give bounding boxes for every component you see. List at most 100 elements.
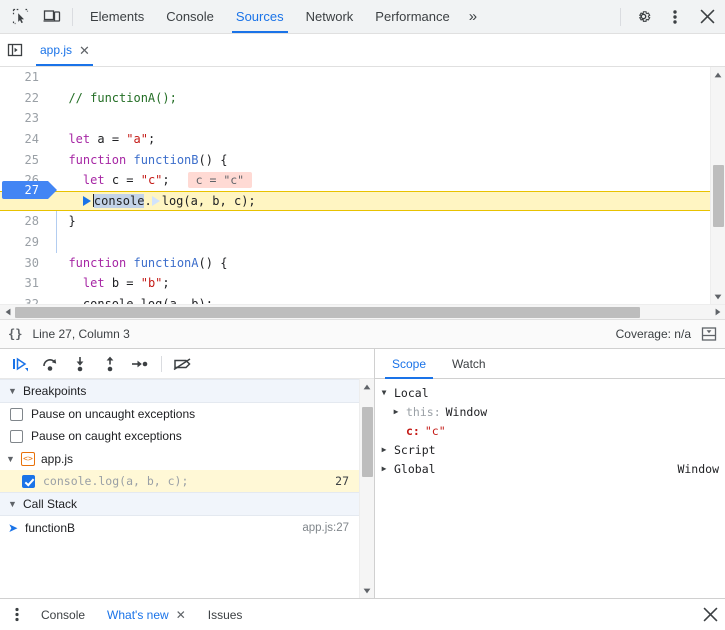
code-line[interactable]: 28 }	[0, 211, 710, 232]
code-line[interactable]: 25 function functionB() {	[0, 149, 710, 170]
call-stack-frame[interactable]: ➤ functionB app.js:27	[0, 516, 359, 540]
toolbar-divider-right	[620, 7, 621, 26]
line-content: }	[54, 214, 76, 229]
breakpoint-list-item[interactable]: console.log(a, b, c); 27	[0, 470, 359, 492]
pane-scroll-up-arrow-icon[interactable]	[360, 379, 375, 394]
line-number: 22	[24, 90, 39, 105]
code-line[interactable]: 32 console.log(a, b);	[0, 294, 710, 304]
debugger-toolbar-divider	[161, 355, 162, 372]
tab-watch[interactable]: Watch	[439, 349, 499, 378]
breakpoint-file-name: app.js	[41, 451, 74, 466]
close-drawer-icon[interactable]	[695, 599, 725, 630]
tab-console[interactable]: Console	[155, 0, 225, 33]
execution-breakpoint-marker[interactable]: 27	[2, 180, 57, 199]
tab-elements[interactable]: Elements	[79, 0, 155, 33]
inline-breakpoint-chevron-inactive[interactable]	[151, 195, 161, 207]
drawer-tab-close-icon[interactable]: ✕	[176, 608, 186, 622]
resume-script-button[interactable]	[6, 352, 34, 376]
editor-status-bar: {} Line 27, Column 3 Coverage: n/a	[0, 319, 725, 349]
kebab-menu-icon[interactable]	[661, 3, 689, 31]
chevron-right-icon: ▶	[381, 445, 387, 454]
inline-breakpoint-chevron-active[interactable]	[82, 195, 92, 207]
step-out-button[interactable]	[96, 352, 124, 376]
drawer-kebab-icon[interactable]	[4, 602, 30, 628]
tab-scope[interactable]: Scope	[379, 349, 439, 379]
pane-scroll-down-arrow-icon[interactable]	[360, 583, 375, 598]
drawer-tab-issues[interactable]: Issues	[197, 599, 254, 630]
debugger-area: ▼ Breakpoints Pause on uncaught exceptio…	[0, 349, 725, 598]
tab-console-label: Console	[166, 9, 214, 24]
scroll-down-arrow-icon[interactable]	[711, 289, 725, 304]
scroll-up-arrow-icon[interactable]	[711, 67, 725, 82]
scroll-right-arrow-icon[interactable]	[710, 305, 725, 320]
deactivate-breakpoints-button[interactable]	[169, 352, 197, 376]
editor-vertical-scrollbar[interactable]	[710, 67, 725, 304]
debugger-panes-content: ▼ Breakpoints Pause on uncaught exceptio…	[0, 379, 359, 598]
code-line[interactable]: 23	[0, 108, 710, 129]
scope-row-script[interactable]: ▶ Script	[375, 440, 725, 459]
drawer-tab-console[interactable]: Console	[30, 599, 96, 630]
gear-icon[interactable]	[629, 3, 657, 31]
scope-name: Script	[394, 442, 436, 457]
step-button[interactable]	[126, 352, 154, 376]
code-token: b =	[104, 276, 141, 291]
code-line[interactable]: 31 let b = "b";	[0, 273, 710, 294]
scope-row-local[interactable]: ▼ Local	[375, 383, 725, 402]
more-panels-icon[interactable]: »	[461, 0, 485, 33]
pause-caught-exceptions-row[interactable]: Pause on caught exceptions	[0, 425, 359, 447]
close-devtools-icon[interactable]	[693, 3, 721, 31]
scope-row-this[interactable]: ▶ this: Window	[375, 402, 725, 421]
scope-name: c:	[406, 423, 420, 438]
tab-performance[interactable]: Performance	[364, 0, 460, 33]
inspect-element-icon[interactable]	[6, 3, 34, 31]
step-over-button[interactable]	[36, 352, 64, 376]
debugger-pane-scrollbar[interactable]	[359, 379, 374, 598]
scroll-left-arrow-icon[interactable]	[0, 305, 15, 320]
line-content: function functionB() {	[48, 153, 227, 167]
code-token: a =	[90, 132, 127, 147]
scope-row-c[interactable]: c: "c"	[375, 421, 725, 440]
code-token: "a"	[126, 132, 148, 147]
code-line[interactable]: 29	[0, 232, 710, 253]
file-tab-appjs[interactable]: app.js ✕	[30, 34, 99, 66]
tab-elements-label: Elements	[90, 9, 145, 24]
editor-horizontal-scrollbar[interactable]	[0, 304, 725, 319]
vertical-scroll-thumb[interactable]	[713, 165, 724, 227]
pause-caught-checkbox[interactable]	[10, 429, 23, 443]
code-line[interactable]: 22 // functionA();	[0, 88, 710, 109]
pane-scroll-thumb[interactable]	[362, 407, 373, 477]
breakpoints-section-header[interactable]: ▼ Breakpoints	[0, 379, 359, 403]
code-token: function	[68, 152, 127, 167]
code-area[interactable]: 21 22 // functionA(); 23 24 let a = "a";	[0, 67, 710, 304]
pause-uncaught-exceptions-row[interactable]: Pause on uncaught exceptions	[0, 403, 359, 425]
tab-network[interactable]: Network	[295, 0, 365, 33]
code-line-current[interactable]: 27 console. log(a, b, c);	[0, 180, 710, 212]
current-frame-arrow-icon: ➤	[8, 521, 19, 535]
chevron-right-icon: ▶	[393, 407, 399, 416]
pretty-print-icon[interactable]: {}	[8, 327, 22, 341]
code-line[interactable]: 30 function functionA() {	[0, 252, 710, 273]
code-line[interactable]: 24 let a = "a";	[0, 129, 710, 150]
breakpoint-enabled-checkbox[interactable]	[22, 474, 35, 488]
step-into-button[interactable]	[66, 352, 94, 376]
file-tab-strip: app.js ✕	[0, 34, 725, 67]
drawer-tab-bar: Console What's new ✕ Issues	[0, 598, 725, 630]
code-line[interactable]: 21	[0, 67, 710, 88]
tab-sources[interactable]: Sources	[225, 0, 295, 33]
drawer-tab-whats-new[interactable]: What's new ✕	[96, 599, 197, 630]
editor-body: 21 22 // functionA(); 23 24 let a = "a";	[0, 67, 725, 304]
scope-row-global[interactable]: ▶ Global Window	[375, 459, 725, 478]
pause-uncaught-checkbox[interactable]	[10, 407, 23, 421]
horizontal-scroll-thumb[interactable]	[15, 307, 640, 318]
device-toolbar-icon[interactable]	[38, 3, 66, 31]
show-drawer-icon[interactable]	[701, 326, 717, 342]
show-navigator-icon[interactable]	[0, 34, 30, 66]
call-stack-section-header[interactable]: ▼ Call Stack	[0, 492, 359, 516]
scope-name: this:	[406, 404, 441, 419]
code-line[interactable]: 26 let c = "c";c = "c"	[0, 170, 710, 191]
drawer-tab-issues-label: Issues	[207, 607, 243, 622]
file-tab-close-icon[interactable]: ✕	[79, 44, 90, 57]
breakpoint-file-group[interactable]: ▼ <> app.js	[0, 447, 359, 470]
